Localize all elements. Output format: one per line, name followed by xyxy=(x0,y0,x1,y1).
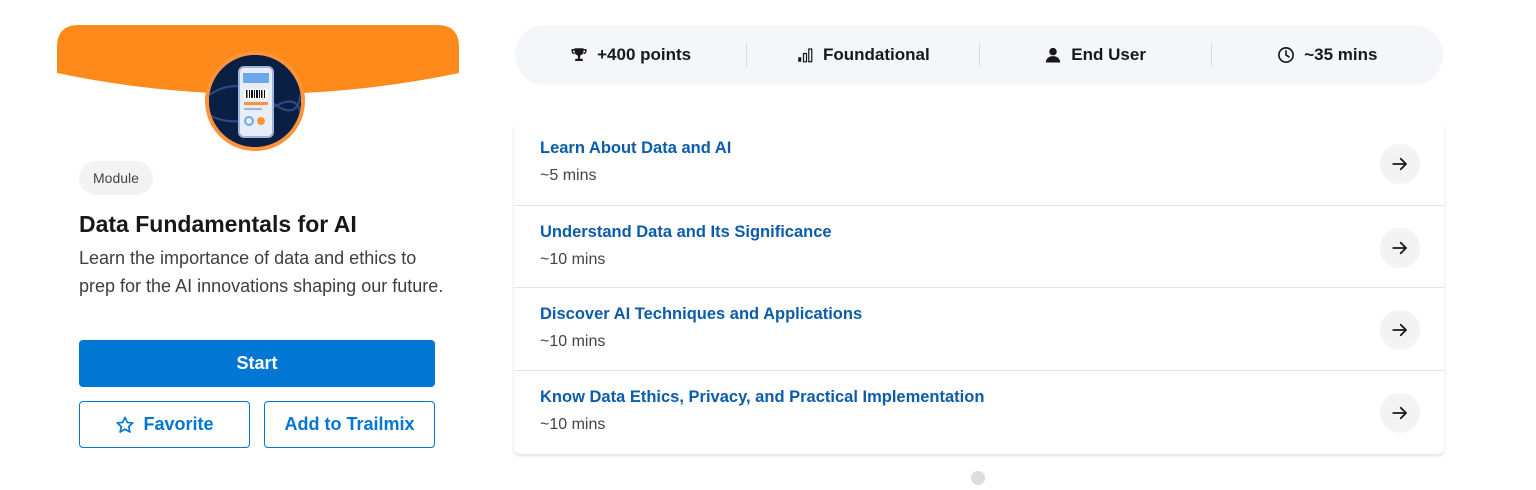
stat-points: +400 points xyxy=(515,25,746,85)
unit-item[interactable]: Learn About Data and AI ~5 mins xyxy=(514,122,1444,205)
stat-role: End User xyxy=(980,25,1211,85)
unit-duration: ~10 mins xyxy=(540,333,606,350)
carousel-dot[interactable] xyxy=(971,471,985,485)
favorite-button[interactable]: Favorite xyxy=(79,401,250,448)
unit-duration: ~5 mins xyxy=(540,167,597,184)
favorite-label: Favorite xyxy=(143,414,214,434)
stat-points-label: +400 points xyxy=(597,45,692,64)
arrow-right-icon xyxy=(1392,406,1407,420)
stat-level-label: Foundational xyxy=(823,45,930,64)
unit-item[interactable]: Discover AI Techniques and Applications … xyxy=(514,287,1444,370)
unit-arrow-button[interactable] xyxy=(1380,310,1420,350)
module-stats-bar: +400 points Foundational End User ~35 mi… xyxy=(515,25,1443,85)
arrow-right-icon xyxy=(1392,323,1407,337)
unit-list: Learn About Data and AI ~5 mins Understa… xyxy=(514,122,1444,454)
user-icon xyxy=(1046,47,1061,63)
unit-arrow-button[interactable] xyxy=(1380,393,1420,433)
stat-level: Foundational xyxy=(747,25,978,85)
start-button[interactable]: Start xyxy=(79,340,435,387)
add-to-trailmix-button[interactable]: Add to Trailmix xyxy=(264,401,435,448)
unit-title[interactable]: Learn About Data and AI xyxy=(540,139,731,158)
stat-role-label: End User xyxy=(1071,45,1146,64)
arrow-right-icon xyxy=(1392,241,1407,255)
unit-arrow-button[interactable] xyxy=(1380,228,1420,268)
signal-bars-icon xyxy=(798,48,813,63)
module-badge-icon xyxy=(205,51,305,151)
trophy-icon xyxy=(571,48,587,61)
unit-arrow-button[interactable] xyxy=(1380,144,1420,184)
unit-title[interactable]: Understand Data and Its Significance xyxy=(540,223,832,242)
unit-duration: ~10 mins xyxy=(540,416,606,433)
star-icon xyxy=(116,416,135,433)
unit-item[interactable]: Understand Data and Its Significance ~10… xyxy=(514,205,1444,288)
module-title: Data Fundamentals for AI xyxy=(79,211,357,237)
module-description: Learn the importance of data and ethics … xyxy=(79,248,444,296)
module-card: Module Data Fundamentals for AI Learn th… xyxy=(57,25,459,455)
clock-icon xyxy=(1278,47,1295,63)
unit-item[interactable]: Know Data Ethics, Privacy, and Practical… xyxy=(514,370,1444,453)
unit-duration: ~10 mins xyxy=(540,251,606,268)
unit-title[interactable]: Discover AI Techniques and Applications xyxy=(540,305,862,324)
arrow-right-icon xyxy=(1392,157,1407,171)
stat-duration: ~35 mins xyxy=(1212,25,1443,85)
stat-duration-label: ~35 mins xyxy=(1304,45,1378,64)
module-type-pill: Module xyxy=(79,161,153,195)
unit-title[interactable]: Know Data Ethics, Privacy, and Practical… xyxy=(540,388,984,407)
